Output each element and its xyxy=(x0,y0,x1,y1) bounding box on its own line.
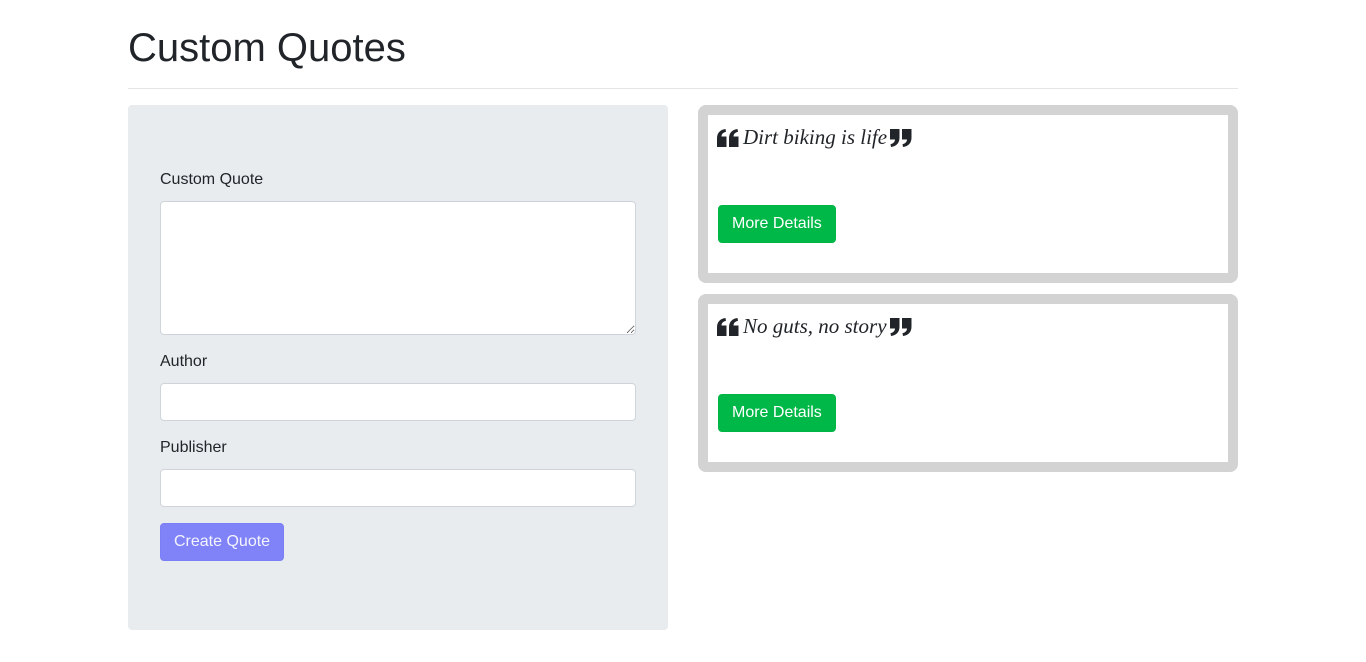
publisher-label: Publisher xyxy=(160,439,227,456)
quote-line: Dirt biking is life xyxy=(717,125,912,149)
create-quote-form: Custom Quote Author Publisher Create Quo… xyxy=(128,105,668,630)
publisher-input[interactable] xyxy=(160,469,636,507)
more-details-button[interactable]: More Details xyxy=(718,394,836,432)
custom-quote-textarea[interactable] xyxy=(160,201,636,335)
quote-text: Dirt biking is life xyxy=(743,125,888,149)
quote-text: No guts, no story xyxy=(743,314,887,338)
author-input[interactable] xyxy=(160,383,636,421)
custom-quote-label: Custom Quote xyxy=(160,171,264,188)
author-label: Author xyxy=(160,353,208,370)
quote-left-icon xyxy=(717,128,739,147)
quote-right-icon xyxy=(889,317,912,336)
create-quote-button[interactable]: Create Quote xyxy=(160,523,285,561)
quote-right-icon xyxy=(890,128,912,147)
title-divider xyxy=(128,88,1238,89)
quote-card: No guts, no story More Details xyxy=(698,294,1238,472)
quote-line: No guts, no story xyxy=(717,314,912,338)
quote-card: Dirt biking is life More Details xyxy=(698,105,1238,283)
more-details-button[interactable]: More Details xyxy=(718,205,836,243)
quote-left-icon xyxy=(717,317,739,336)
page-title: Custom Quotes xyxy=(128,26,406,70)
